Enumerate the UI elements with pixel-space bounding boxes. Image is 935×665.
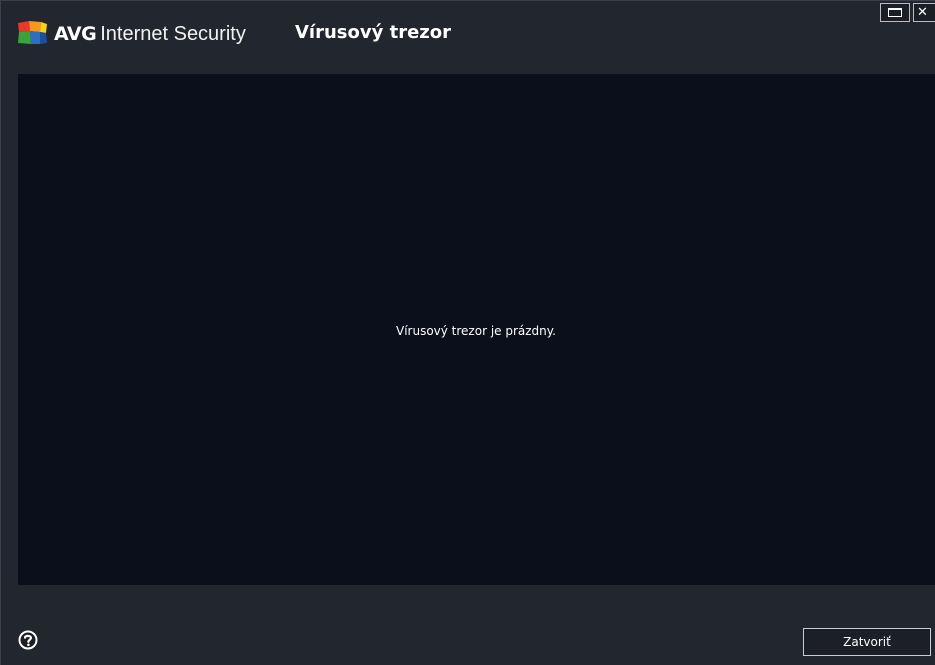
help-icon[interactable]	[18, 630, 38, 650]
avg-virus-vault-window: AVG Internet Security Vírusový trezor ✕ V…	[0, 0, 935, 665]
close-icon: ✕	[917, 5, 928, 20]
empty-vault-message: Vírusový trezor je prázdny.	[395, 324, 556, 338]
close-button[interactable]: Zatvoriť	[803, 628, 931, 656]
window-close-button[interactable]: ✕	[913, 3, 935, 22]
brand-name: AVG	[54, 23, 97, 45]
virus-vault-list-panel: Vírusový trezor je prázdny.	[18, 74, 935, 585]
avg-logo-icon	[18, 21, 47, 44]
window-title: Vírusový trezor	[295, 22, 452, 43]
product-name: Internet Security	[100, 23, 246, 45]
product-brand: AVG Internet Security	[54, 20, 246, 46]
maximize-icon	[888, 8, 902, 17]
title-bar: AVG Internet Security Vírusový trezor ✕	[1, 1, 935, 73]
maximize-button[interactable]	[880, 3, 910, 22]
